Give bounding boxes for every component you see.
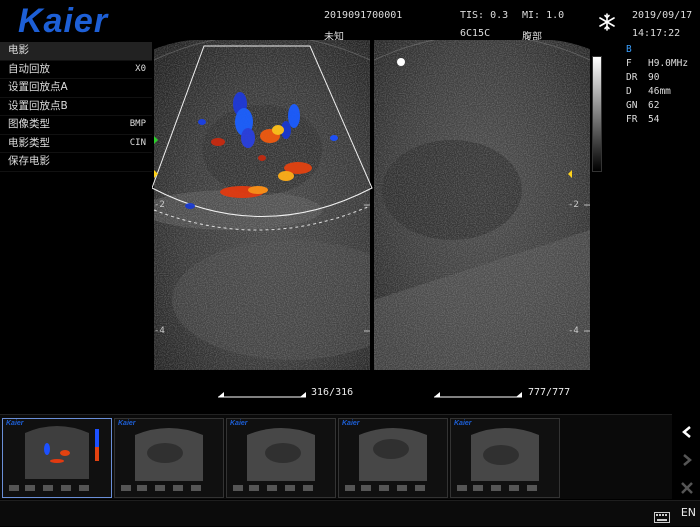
- param-value: 62: [648, 100, 660, 111]
- menu-item-image-type[interactable]: 图像类型 BMP: [0, 116, 152, 135]
- menu-item-set-point-b[interactable]: 设置回放点B: [0, 98, 152, 116]
- menu-item-value: X0: [135, 63, 146, 74]
- ultrasound-dual-view[interactable]: [151, 34, 592, 372]
- mode-label: B: [626, 44, 632, 55]
- thumbnail-logo: Kaier: [230, 420, 248, 427]
- menu-item-cine-type[interactable]: 电影类型 CIN: [0, 135, 152, 153]
- cine-menu: 电影 自动回放 X0 设置回放点A 设置回放点B 图像类型 BMP 电影类型 CIN …: [0, 42, 152, 172]
- right-cine-counter: 777/777: [528, 387, 571, 398]
- probe-name: 6C15C: [460, 28, 491, 39]
- right-cine-slider[interactable]: [428, 386, 528, 398]
- chevron-left-icon[interactable]: [673, 418, 700, 445]
- menu-item-auto-play[interactable]: 自动回放 X0: [0, 61, 152, 79]
- depth-tick-2-right: -2: [568, 200, 579, 210]
- snowflake-icon: [598, 13, 616, 31]
- keyboard-icon: [654, 508, 670, 527]
- language-indicator[interactable]: EN: [681, 506, 696, 519]
- depth-tick-4-left: -4: [154, 326, 165, 336]
- param-value: 90: [648, 72, 660, 83]
- depth-tick-2-left: -2: [154, 200, 165, 210]
- thumbnail-5[interactable]: Kaier: [450, 418, 560, 498]
- orientation-marker: [397, 58, 405, 66]
- patient-id: 2019091700001: [324, 10, 403, 21]
- param-key: GN: [626, 100, 638, 111]
- thumbnail-logo: Kaier: [118, 420, 136, 427]
- brand-logo: Kaier: [18, 2, 109, 40]
- thumbnail-logo: Kaier: [6, 420, 24, 427]
- date-readout: 2019/09/17: [632, 10, 693, 21]
- time-readout: 14:17:22: [632, 28, 681, 39]
- left-cine-slider[interactable]: [212, 386, 312, 398]
- close-icon[interactable]: [673, 474, 700, 501]
- thumbnail-3[interactable]: Kaier: [226, 418, 336, 498]
- right-ultrasound-image: [374, 40, 590, 370]
- mi-readout: MI: 1.0: [522, 10, 565, 21]
- menu-item-value: BMP: [129, 119, 146, 129]
- param-value: H9.0MHz: [648, 58, 689, 69]
- thumbnail-strip: Kaier Kaier Kaier Kaier Kaier: [0, 414, 672, 499]
- menu-title: 电影: [0, 42, 152, 61]
- status-bar: EN: [0, 500, 700, 526]
- param-value: 54: [648, 114, 660, 125]
- param-key: D: [626, 86, 632, 97]
- menu-item-value: CIN: [129, 137, 146, 148]
- menu-item-set-point-a[interactable]: 设置回放点A: [0, 79, 152, 98]
- thumbnail-1[interactable]: Kaier: [2, 418, 112, 498]
- menu-item-save-cine[interactable]: 保存电影: [0, 153, 152, 172]
- imaging-params: B F H9.0MHz DR 90 D 46mm GN 62 FR 54: [626, 44, 689, 127]
- param-key: F: [626, 58, 632, 69]
- thumbnail-logo: Kaier: [454, 420, 472, 427]
- thumbnail-4[interactable]: Kaier: [338, 418, 448, 498]
- param-key: DR: [626, 72, 638, 83]
- thumbnail-2[interactable]: Kaier: [114, 418, 224, 498]
- left-cine-counter: 316/316: [311, 387, 354, 398]
- tis-readout: TIS: 0.3: [460, 10, 509, 21]
- depth-tick-4-right: -4: [568, 326, 579, 336]
- grayscale-bar: [592, 56, 602, 172]
- thumbnail-logo: Kaier: [342, 420, 360, 427]
- param-value: 46mm: [648, 86, 671, 97]
- param-key: FR: [626, 114, 638, 125]
- chevron-right-icon[interactable]: [673, 446, 700, 473]
